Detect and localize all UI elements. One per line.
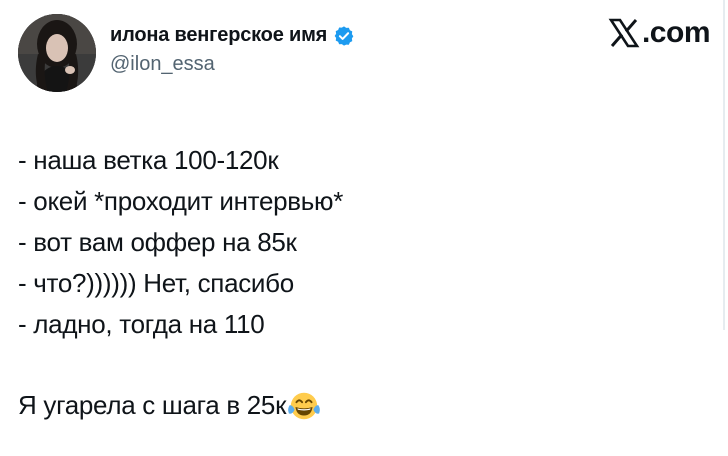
display-name[interactable]: илона венгерское имя xyxy=(110,24,327,47)
tweet-header: илона венгерское имя @ilon_essa .com xyxy=(18,12,711,96)
x-logo-icon xyxy=(608,18,640,48)
tweet-final-line: Я угарела с шага в 25к xyxy=(18,385,708,426)
face-with-tears-of-joy-icon xyxy=(288,392,321,419)
tweet-final-text: Я угарела с шага в 25к xyxy=(18,390,287,420)
tweet-line: - ладно, тогда на 110 xyxy=(18,309,265,339)
brand-watermark: .com xyxy=(608,16,711,49)
avatar-photo xyxy=(18,14,96,92)
verified-badge-icon xyxy=(334,25,354,46)
avatar[interactable] xyxy=(18,14,96,92)
tweet-line: - что?)))))) Нет, спасибо xyxy=(18,268,294,298)
author-name-row: илона венгерское имя xyxy=(110,24,355,47)
right-edge-divider xyxy=(723,0,725,330)
author-block: илона венгерское имя @ilon_essa xyxy=(110,24,355,76)
brand-domain-text: .com xyxy=(641,16,711,49)
tweet-text: - наша ветка 100-120к - окей *проходит и… xyxy=(18,140,708,426)
tweet-line: - наша ветка 100-120к xyxy=(18,145,279,175)
user-handle[interactable]: @ilon_essa xyxy=(110,53,355,76)
tweet-line: - окей *проходит интервью* xyxy=(18,186,344,216)
tweet-line: - вот вам оффер на 85к xyxy=(18,227,297,257)
